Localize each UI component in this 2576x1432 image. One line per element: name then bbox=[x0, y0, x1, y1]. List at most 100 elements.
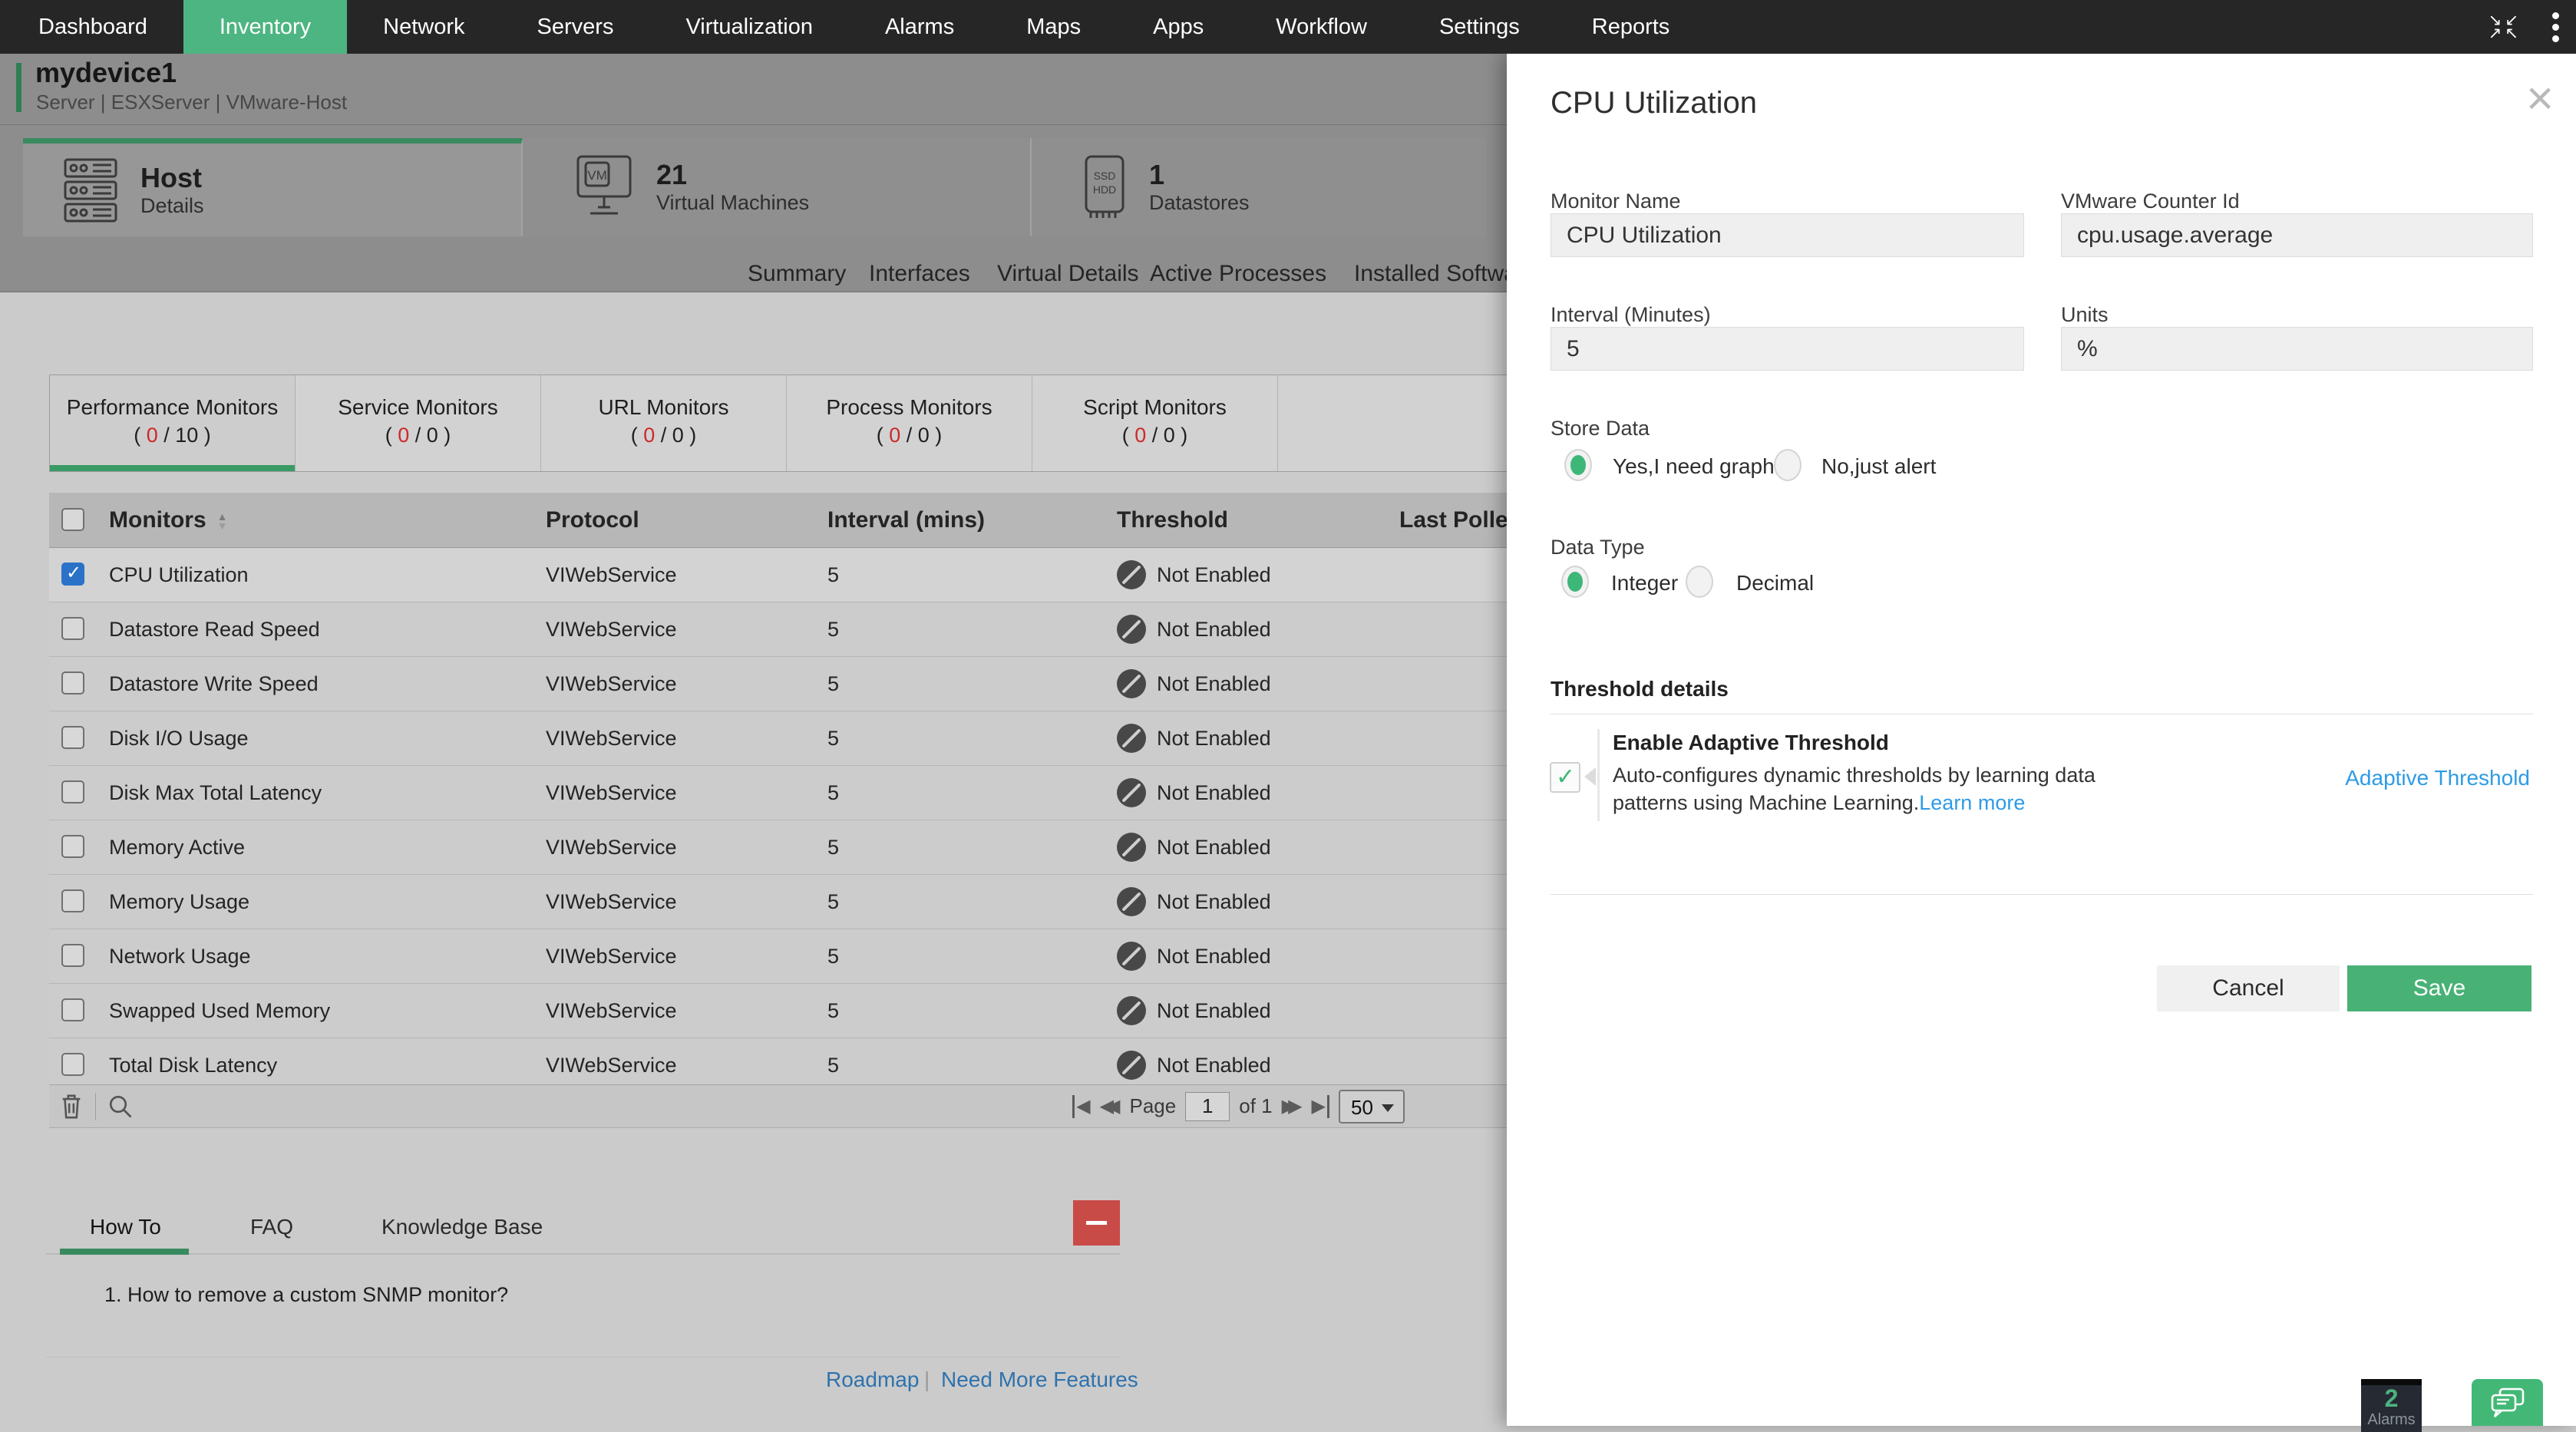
row-checkbox[interactable] bbox=[61, 780, 84, 803]
nav-item-inventory[interactable]: Inventory bbox=[183, 0, 347, 54]
chat-icon bbox=[2488, 1386, 2528, 1420]
roadmap-link[interactable]: Roadmap bbox=[826, 1368, 919, 1392]
chat-button[interactable] bbox=[2472, 1379, 2543, 1426]
table-row[interactable]: Network Usage VIWebService 5 Not Enabled bbox=[49, 929, 1508, 984]
row-checkbox[interactable] bbox=[61, 835, 84, 858]
row-checkbox[interactable] bbox=[61, 671, 84, 695]
nav-item-apps[interactable]: Apps bbox=[1117, 0, 1240, 54]
monitor-name-cell[interactable]: Swapped Used Memory bbox=[109, 984, 330, 1038]
tab-url-monitors[interactable]: URL Monitors ( 0 / 0 ) bbox=[541, 375, 787, 471]
last-page-icon[interactable]: ▶ bbox=[1312, 1095, 1329, 1118]
svg-text:SSD: SSD bbox=[1094, 170, 1116, 182]
row-checkbox[interactable] bbox=[61, 944, 84, 967]
units-input[interactable] bbox=[2061, 327, 2533, 371]
first-page-icon[interactable]: ◀ bbox=[1072, 1095, 1090, 1118]
footer-divider bbox=[46, 1357, 1120, 1358]
row-checkbox[interactable] bbox=[61, 889, 84, 912]
row-checkbox[interactable] bbox=[61, 998, 84, 1021]
adaptive-threshold-checkbox[interactable] bbox=[1550, 762, 1580, 793]
tab-process-monitors[interactable]: Process Monitors ( 0 / 0 ) bbox=[787, 375, 1032, 471]
need-more-features-link[interactable]: Need More Features bbox=[941, 1368, 1138, 1392]
tab-knowledge-base[interactable]: Knowledge Base bbox=[381, 1205, 543, 1249]
monitor-name-cell[interactable]: Memory Active bbox=[109, 820, 245, 874]
help-question[interactable]: 1. How to remove a custom SNMP monitor? bbox=[104, 1283, 508, 1307]
threshold-cell: Not Enabled bbox=[1117, 657, 1271, 711]
table-row[interactable]: CPU Utilization VIWebService 5 Not Enabl… bbox=[49, 548, 1508, 602]
row-checkbox[interactable] bbox=[61, 1053, 84, 1076]
nav-item-maps[interactable]: Maps bbox=[990, 0, 1117, 54]
nav-item-dashboard[interactable]: Dashboard bbox=[0, 0, 183, 54]
store-data-yes-radio[interactable] bbox=[1564, 449, 1592, 481]
monitor-name-cell[interactable]: Memory Usage bbox=[109, 875, 249, 929]
data-type-decimal-radio[interactable] bbox=[1686, 566, 1713, 598]
next-page-icon[interactable]: ▶▶ bbox=[1282, 1095, 1303, 1118]
table-row[interactable]: Memory Active VIWebService 5 Not Enabled bbox=[49, 820, 1508, 875]
search-icon[interactable] bbox=[107, 1093, 134, 1120]
cancel-button[interactable]: Cancel bbox=[2157, 965, 2340, 1011]
monitor-name-input[interactable] bbox=[1551, 213, 2024, 257]
nav-item-workflow[interactable]: Workflow bbox=[1240, 0, 1403, 54]
tab-performance-monitors[interactable]: Performance Monitors ( 0 / 10 ) bbox=[50, 375, 296, 471]
interval-input[interactable] bbox=[1551, 327, 2024, 371]
monitor-name-cell[interactable]: Datastore Write Speed bbox=[109, 657, 319, 711]
close-icon[interactable]: × bbox=[2526, 75, 2554, 123]
nav-item-servers[interactable]: Servers bbox=[501, 0, 650, 54]
table-row[interactable]: Disk Max Total Latency VIWebService 5 No… bbox=[49, 766, 1508, 820]
table-row[interactable]: Datastore Read Speed VIWebService 5 Not … bbox=[49, 602, 1508, 657]
tab-script-monitors[interactable]: Script Monitors ( 0 / 0 ) bbox=[1032, 375, 1278, 471]
col-interval[interactable]: Interval (mins) bbox=[827, 493, 985, 547]
row-checkbox[interactable] bbox=[61, 563, 84, 586]
nav-item-network[interactable]: Network bbox=[347, 0, 500, 54]
monitor-name-cell[interactable]: Datastore Read Speed bbox=[109, 602, 320, 656]
monitor-name-cell[interactable]: Network Usage bbox=[109, 929, 251, 983]
monitor-name-cell[interactable]: Disk I/O Usage bbox=[109, 711, 249, 765]
interval-cell: 5 bbox=[827, 711, 839, 765]
not-enabled-icon bbox=[1117, 996, 1146, 1025]
tab-faq[interactable]: FAQ bbox=[250, 1205, 293, 1249]
col-protocol[interactable]: Protocol bbox=[546, 493, 639, 547]
learn-more-link[interactable]: Learn more bbox=[1919, 791, 2025, 814]
nav-item-reports[interactable]: Reports bbox=[1556, 0, 1706, 54]
page-size-select[interactable]: 50 bbox=[1339, 1090, 1405, 1123]
delete-icon[interactable] bbox=[58, 1092, 84, 1121]
nav-item-alarms[interactable]: Alarms bbox=[849, 0, 990, 54]
row-checkbox[interactable] bbox=[61, 617, 84, 640]
tab-virtual-details[interactable]: Virtual Details bbox=[997, 255, 1139, 292]
tab-interfaces[interactable]: Interfaces bbox=[869, 255, 970, 292]
row-checkbox[interactable] bbox=[61, 726, 84, 749]
table-row[interactable]: Memory Usage VIWebService 5 Not Enabled bbox=[49, 875, 1508, 929]
tab-active-processes[interactable]: Active Processes bbox=[1150, 255, 1326, 292]
monitor-name-cell[interactable]: Disk Max Total Latency bbox=[109, 766, 322, 820]
monitor-name-cell[interactable]: CPU Utilization bbox=[109, 548, 249, 602]
table-row[interactable]: Datastore Write Speed VIWebService 5 Not… bbox=[49, 657, 1508, 711]
interval-cell: 5 bbox=[827, 875, 839, 929]
tab-service-monitors[interactable]: Service Monitors ( 0 / 0 ) bbox=[296, 375, 541, 471]
save-button[interactable]: Save bbox=[2347, 965, 2531, 1011]
col-monitors[interactable]: Monitors▲▼ bbox=[109, 493, 228, 547]
nav-item-settings[interactable]: Settings bbox=[1403, 0, 1556, 54]
select-all-checkbox[interactable] bbox=[61, 508, 84, 531]
col-threshold[interactable]: Threshold bbox=[1117, 493, 1228, 547]
page-number-input[interactable] bbox=[1185, 1092, 1230, 1121]
store-data-no-label: No,just alert bbox=[1821, 454, 1936, 479]
tab-datastores[interactable]: SSD HDD 1 Datastores bbox=[1032, 138, 1487, 236]
col-last-polled[interactable]: Last Polled bbox=[1399, 493, 1522, 547]
tab-summary[interactable]: Summary bbox=[748, 255, 846, 292]
nav-item-virtualization[interactable]: Virtualization bbox=[649, 0, 849, 54]
kebab-menu-icon[interactable] bbox=[2549, 9, 2562, 45]
store-data-no-radio[interactable] bbox=[1774, 449, 1802, 481]
data-type-integer-radio[interactable] bbox=[1561, 566, 1589, 598]
collapse-icon[interactable]: ↘↙↗↖ bbox=[2488, 14, 2522, 40]
interval-cell: 5 bbox=[827, 657, 839, 711]
alarms-badge[interactable]: 2 Alarms bbox=[2361, 1379, 2422, 1432]
tab-virtual-machines[interactable]: VM 21 Virtual Machines bbox=[523, 138, 1032, 236]
collapse-help-button[interactable] bbox=[1073, 1200, 1120, 1246]
sort-icon[interactable]: ▲▼ bbox=[217, 512, 228, 530]
table-row[interactable]: Swapped Used Memory VIWebService 5 Not E… bbox=[49, 984, 1508, 1038]
counter-id-input[interactable] bbox=[2061, 213, 2533, 257]
tab-host-details[interactable]: Host Details bbox=[23, 138, 523, 236]
prev-page-icon[interactable]: ◀◀ bbox=[1100, 1095, 1121, 1118]
tab-how-to[interactable]: How To bbox=[90, 1205, 161, 1249]
table-row[interactable]: Disk I/O Usage VIWebService 5 Not Enable… bbox=[49, 711, 1508, 766]
adaptive-threshold-link[interactable]: Adaptive Threshold bbox=[2345, 766, 2530, 790]
